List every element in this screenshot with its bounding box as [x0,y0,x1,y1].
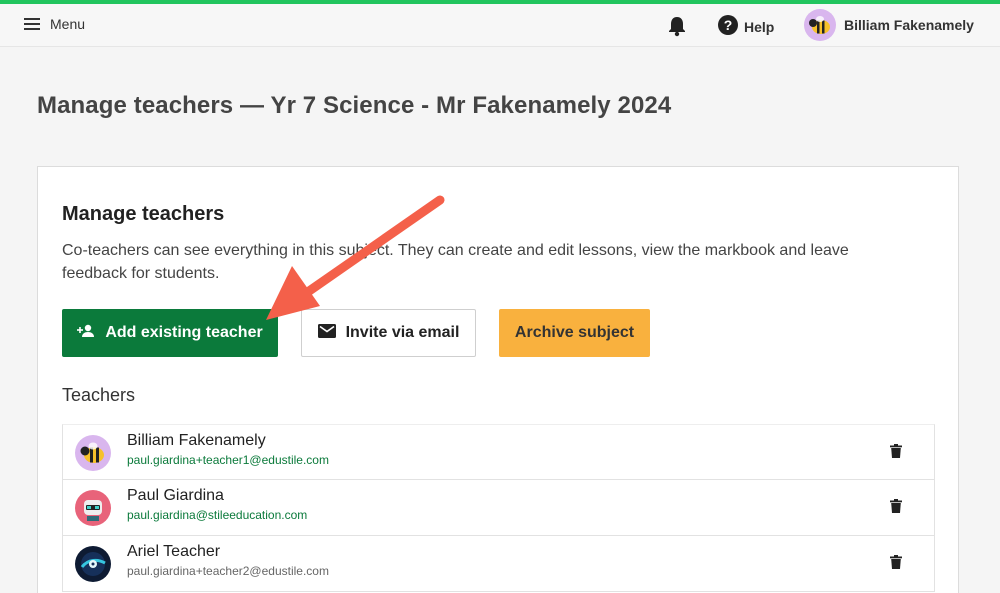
menu-button[interactable]: Menu [24,16,85,32]
teachers-list: Billiam Fakenamely paul.giardina+teacher… [62,424,935,592]
teacher-row: Paul Giardina paul.giardina@stileeducati… [62,480,935,536]
teacher-name: Paul Giardina [127,487,224,504]
archive-subject-button[interactable]: Archive subject [499,309,650,357]
bee-icon [75,435,111,471]
help-label: Help [744,18,775,35]
robot-icon [75,490,111,526]
delete-teacher-trash-icon[interactable] [890,555,902,574]
card-title: Manage teachers [62,203,225,225]
page-title: Manage teachers — Yr 7 Science - Mr Fake… [37,92,672,119]
teacher-row: Ariel Teacher paul.giardina+teacher2@edu… [62,536,935,592]
user-menu[interactable]: Billiam Fakenamely [804,9,974,41]
archive-subject-label: Archive subject [514,324,635,341]
teacher-email: paul.giardina@stileeducation.com [127,508,308,522]
teacher-name: Billiam Fakenamely [127,432,266,449]
teacher-name: Ariel Teacher [127,543,221,560]
invite-via-email-button[interactable]: Invite via email [301,309,476,357]
add-existing-teacher-button[interactable]: Add existing teacher [62,309,278,357]
envelope-icon [317,323,336,343]
bee-icon [804,9,836,41]
invite-via-email-label: Invite via email [345,324,460,341]
menu-label: Menu [50,16,86,32]
top-bar: Menu ? Help Billiam Fakenamely [0,4,1000,47]
user-name: Billiam Fakenamely [844,17,974,33]
hamburger-icon [24,18,40,30]
help-button[interactable]: ? Help [718,15,774,38]
add-existing-teacher-label: Add existing teacher [105,324,263,341]
disc-icon [75,546,111,582]
delete-teacher-trash-icon[interactable] [890,444,902,463]
help-icon: ? [718,15,738,38]
notifications-bell-icon[interactable] [667,15,687,42]
teacher-email: paul.giardina+teacher1@edustile.com [127,453,329,467]
svg-text:?: ? [724,17,733,33]
delete-teacher-trash-icon[interactable] [890,499,902,518]
card-description: Co-teachers can see everything in this s… [62,242,849,282]
add-person-icon [77,324,95,343]
manage-teachers-card: Manage teachers Co-teachers can see ever… [37,166,959,593]
teacher-email: paul.giardina+teacher2@edustile.com [127,564,329,578]
teachers-heading: Teachers [62,385,136,405]
teacher-row: Billiam Fakenamely paul.giardina+teacher… [62,424,935,480]
